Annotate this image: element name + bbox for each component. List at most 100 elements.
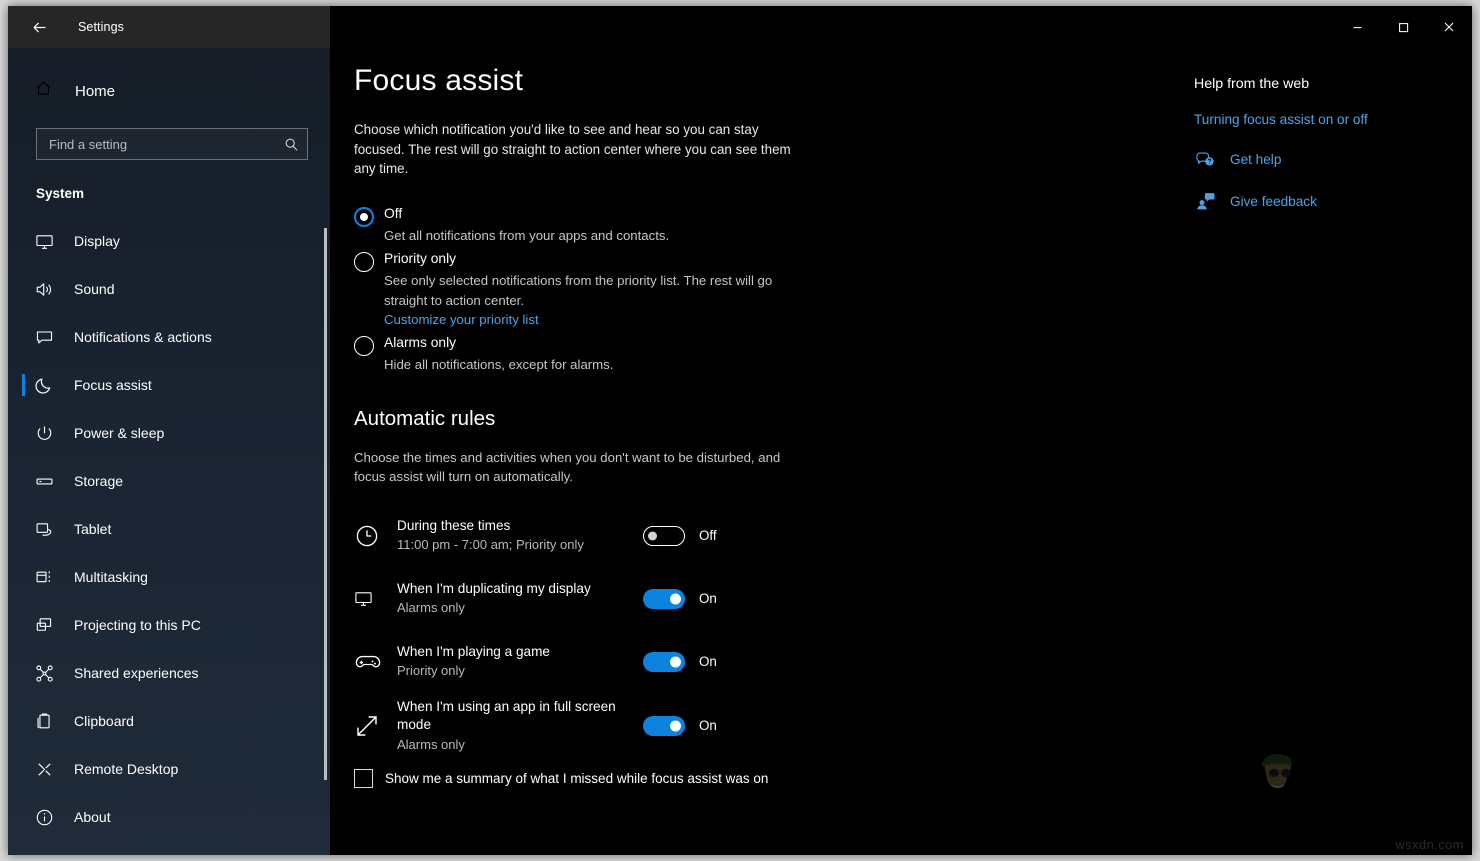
radio-mark[interactable] bbox=[354, 207, 374, 227]
sidebar-item-label: Remote Desktop bbox=[74, 761, 178, 777]
rule-text: When I'm using an app in full screen mod… bbox=[397, 698, 637, 754]
rule-description: Alarms only bbox=[397, 736, 637, 754]
toggle-state-label: On bbox=[699, 718, 717, 733]
rule-toggle[interactable] bbox=[643, 526, 685, 546]
automatic-rules-description: Choose the times and activities when you… bbox=[354, 448, 794, 487]
feedback-person-icon bbox=[1194, 191, 1216, 211]
clock-icon bbox=[354, 521, 388, 551]
speaker-icon bbox=[34, 279, 54, 299]
sidebar-item-label: Multitasking bbox=[74, 569, 148, 585]
rule-description: 11:00 pm - 7:00 am; Priority only bbox=[397, 536, 637, 554]
tablet-icon bbox=[34, 519, 54, 539]
radio-option-alarms-only[interactable]: Alarms onlyHide all notifications, excep… bbox=[354, 332, 1472, 375]
settings-title: Settings bbox=[78, 20, 124, 34]
rule-toggle[interactable] bbox=[643, 589, 685, 609]
sidebar-item-about[interactable]: About bbox=[8, 793, 330, 841]
get-help-action[interactable]: Get help bbox=[1194, 149, 1472, 169]
rule-row[interactable]: When I'm using an app in full screen mod… bbox=[354, 698, 1472, 754]
rule-name: When I'm using an app in full screen mod… bbox=[397, 698, 637, 735]
sidebar-item-label-home: Home bbox=[75, 83, 115, 100]
info-icon bbox=[34, 807, 54, 827]
rule-toggle[interactable] bbox=[643, 652, 685, 672]
window-titlebar bbox=[330, 6, 1472, 48]
toggle-wrap: On bbox=[643, 652, 717, 672]
radio-option-label: Off bbox=[384, 204, 669, 224]
sidebar-item-projecting-to-this-pc[interactable]: Projecting to this PC bbox=[8, 601, 330, 649]
toggle-wrap: Off bbox=[643, 526, 717, 546]
sidebar-item-remote-desktop[interactable]: Remote Desktop bbox=[8, 745, 330, 793]
rule-row[interactable]: During these times11:00 pm - 7:00 am; Pr… bbox=[354, 509, 1472, 563]
sidebar-item-label: Notifications & actions bbox=[74, 329, 212, 345]
automatic-rules-list: During these times11:00 pm - 7:00 am; Pr… bbox=[354, 509, 1472, 754]
search-box[interactable] bbox=[36, 128, 308, 160]
rule-name: When I'm playing a game bbox=[397, 643, 637, 662]
radio-option-body: Priority onlySee only selected notificat… bbox=[384, 248, 816, 329]
sidebar-item-shared-experiences[interactable]: Shared experiences bbox=[8, 649, 330, 697]
back-button[interactable] bbox=[26, 14, 52, 40]
rule-row[interactable]: When I'm playing a gamePriority only On bbox=[354, 635, 1472, 689]
customize-priority-list-link[interactable]: Customize your priority list bbox=[384, 312, 539, 327]
summary-checkbox-label: Show me a summary of what I missed while… bbox=[385, 771, 768, 786]
sidebar-item-tablet[interactable]: Tablet bbox=[8, 505, 330, 553]
summary-checkbox-row[interactable]: Show me a summary of what I missed while… bbox=[354, 769, 1472, 788]
sidebar-item-label: Power & sleep bbox=[74, 425, 164, 441]
close-button[interactable] bbox=[1426, 6, 1472, 48]
fullscreen-arrows-icon bbox=[354, 711, 388, 741]
sidebar-titlebar: Settings bbox=[8, 6, 330, 48]
help-web-link[interactable]: Turning focus assist on or off bbox=[1194, 112, 1472, 127]
rule-name: When I'm duplicating my display bbox=[397, 580, 637, 599]
sidebar-scrollbar[interactable] bbox=[324, 228, 327, 780]
focus-assist-radio-group: OffGet all notifications from your apps … bbox=[354, 203, 1472, 375]
sidebar-item-display[interactable]: Display bbox=[8, 217, 330, 265]
sidebar-item-sound[interactable]: Sound bbox=[8, 265, 330, 313]
radio-mark[interactable] bbox=[354, 252, 374, 272]
give-feedback-action[interactable]: Give feedback bbox=[1194, 191, 1472, 211]
give-feedback-label: Give feedback bbox=[1230, 194, 1317, 209]
rule-text: When I'm playing a gamePriority only bbox=[397, 643, 637, 681]
sidebar-item-label: Shared experiences bbox=[74, 665, 199, 681]
sidebar-section-title: System bbox=[36, 186, 330, 201]
rule-description: Priority only bbox=[397, 662, 637, 680]
rule-description: Alarms only bbox=[397, 599, 637, 617]
sidebar-item-multitasking[interactable]: Multitasking bbox=[8, 553, 330, 601]
sidebar-item-home[interactable]: Home bbox=[8, 68, 330, 114]
sidebar-item-clipboard[interactable]: Clipboard bbox=[8, 697, 330, 745]
toggle-state-label: On bbox=[699, 591, 717, 606]
summary-checkbox[interactable] bbox=[354, 769, 373, 788]
radio-option-body: OffGet all notifications from your apps … bbox=[384, 203, 669, 246]
minimize-button[interactable] bbox=[1334, 6, 1380, 48]
home-icon bbox=[34, 79, 53, 103]
remote-desktop-icon bbox=[34, 759, 54, 779]
radio-option-label: Alarms only bbox=[384, 333, 613, 353]
sidebar-item-focus-assist[interactable]: Focus assist bbox=[8, 361, 330, 409]
sidebar-item-label: Tablet bbox=[74, 521, 111, 537]
projecting-icon bbox=[34, 615, 54, 635]
toggle-knob bbox=[670, 720, 681, 731]
watermark-text: wsxdn.com bbox=[1395, 837, 1464, 852]
rule-toggle[interactable] bbox=[643, 716, 685, 736]
sidebar-item-power-sleep[interactable]: Power & sleep bbox=[8, 409, 330, 457]
share-icon bbox=[34, 663, 54, 683]
sidebar-item-label: Focus assist bbox=[74, 377, 152, 393]
clipboard-icon bbox=[34, 711, 54, 731]
sidebar-item-label: Display bbox=[74, 233, 120, 249]
radio-mark[interactable] bbox=[354, 336, 374, 356]
storage-icon bbox=[34, 471, 54, 491]
search-icon[interactable] bbox=[284, 137, 299, 152]
rule-name: During these times bbox=[397, 517, 637, 536]
help-panel: Help from the web Turning focus assist o… bbox=[1194, 76, 1472, 211]
maximize-button[interactable] bbox=[1380, 6, 1426, 48]
rule-text: When I'm duplicating my displayAlarms on… bbox=[397, 580, 637, 618]
power-icon bbox=[34, 423, 54, 443]
moon-icon bbox=[34, 375, 54, 395]
sidebar-item-notifications-actions[interactable]: Notifications & actions bbox=[8, 313, 330, 361]
radio-option-body: Alarms onlyHide all notifications, excep… bbox=[384, 332, 613, 375]
sidebar-item-storage[interactable]: Storage bbox=[8, 457, 330, 505]
toggle-knob bbox=[670, 593, 681, 604]
radio-option-priority-only[interactable]: Priority onlySee only selected notificat… bbox=[354, 248, 1472, 329]
page-description: Choose which notification you'd like to … bbox=[354, 120, 802, 179]
sidebar-item-label: About bbox=[74, 809, 111, 825]
search-input[interactable] bbox=[49, 137, 284, 152]
rule-row[interactable]: When I'm duplicating my displayAlarms on… bbox=[354, 572, 1472, 626]
toggle-knob bbox=[648, 531, 657, 540]
